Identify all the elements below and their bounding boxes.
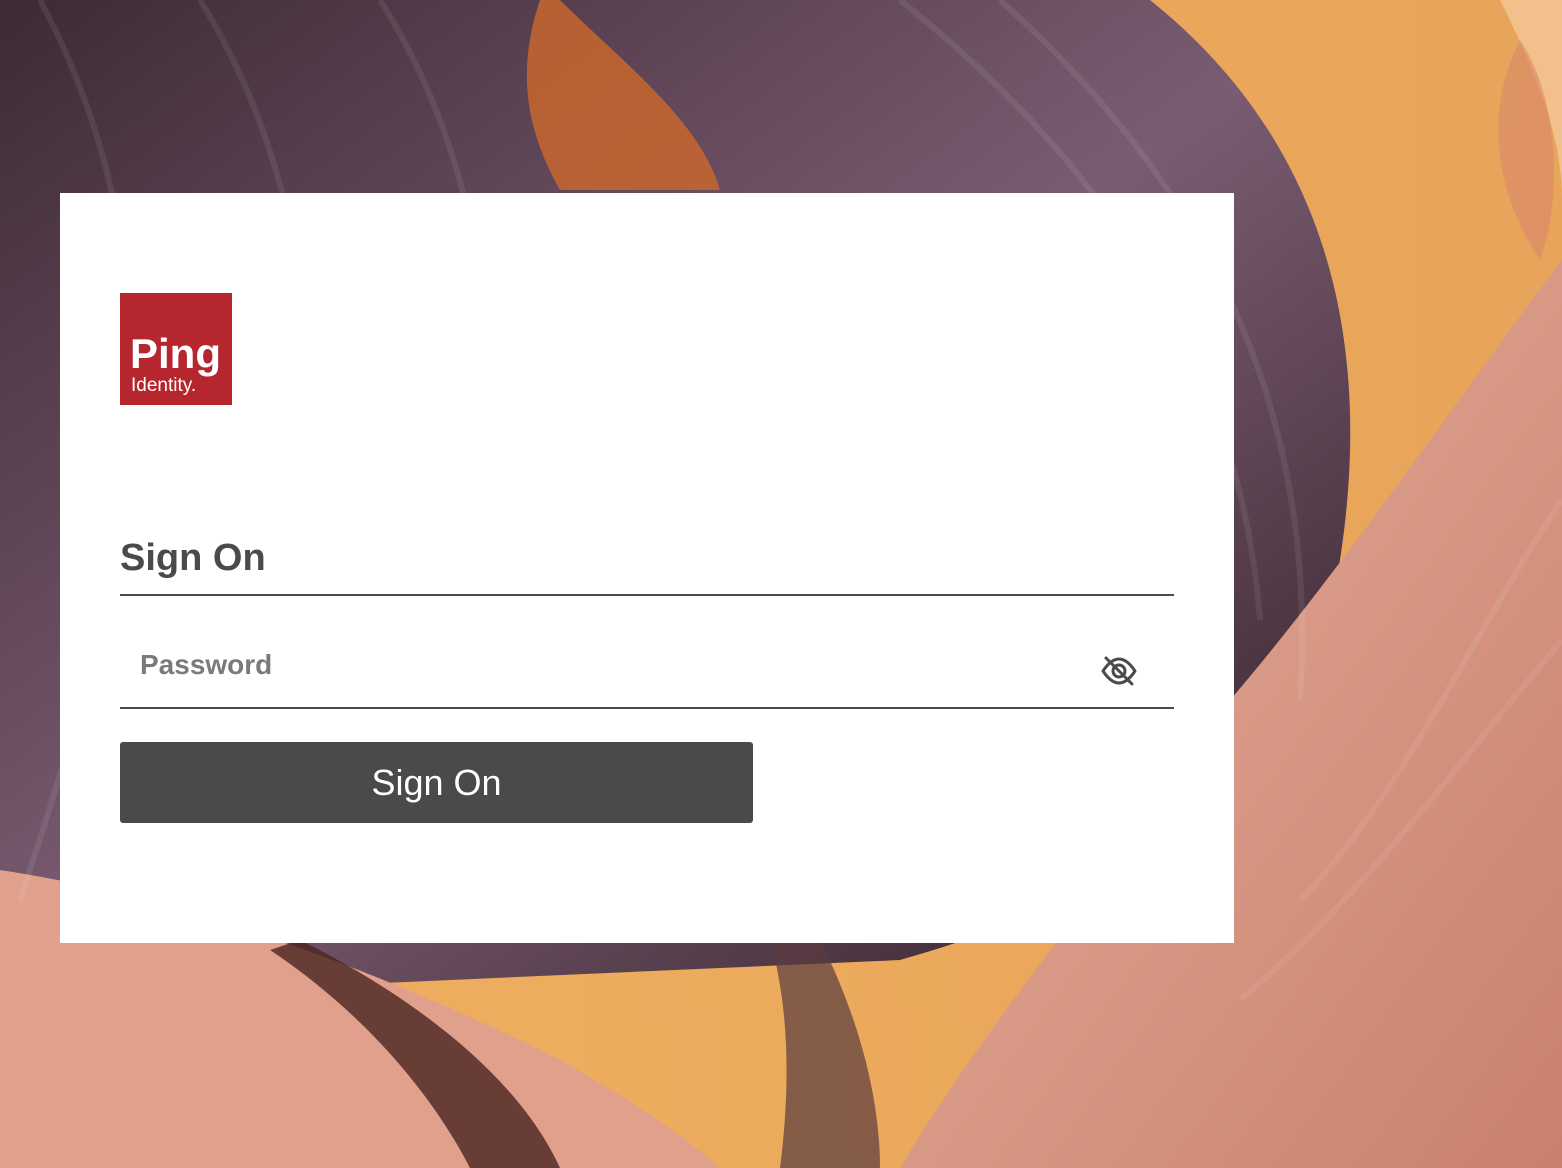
svg-text:Identity.: Identity. <box>131 375 196 396</box>
svg-text:Ping: Ping <box>130 330 221 377</box>
password-field <box>120 623 1174 709</box>
login-card: Ping Identity. Sign On Sign On <box>60 193 1234 943</box>
sign-on-heading: Sign On <box>120 536 1174 596</box>
eye-slash-icon[interactable] <box>1100 652 1138 690</box>
ping-identity-logo: Ping Identity. <box>120 293 232 405</box>
sign-on-button[interactable]: Sign On <box>120 742 753 823</box>
password-input[interactable] <box>120 623 1080 707</box>
